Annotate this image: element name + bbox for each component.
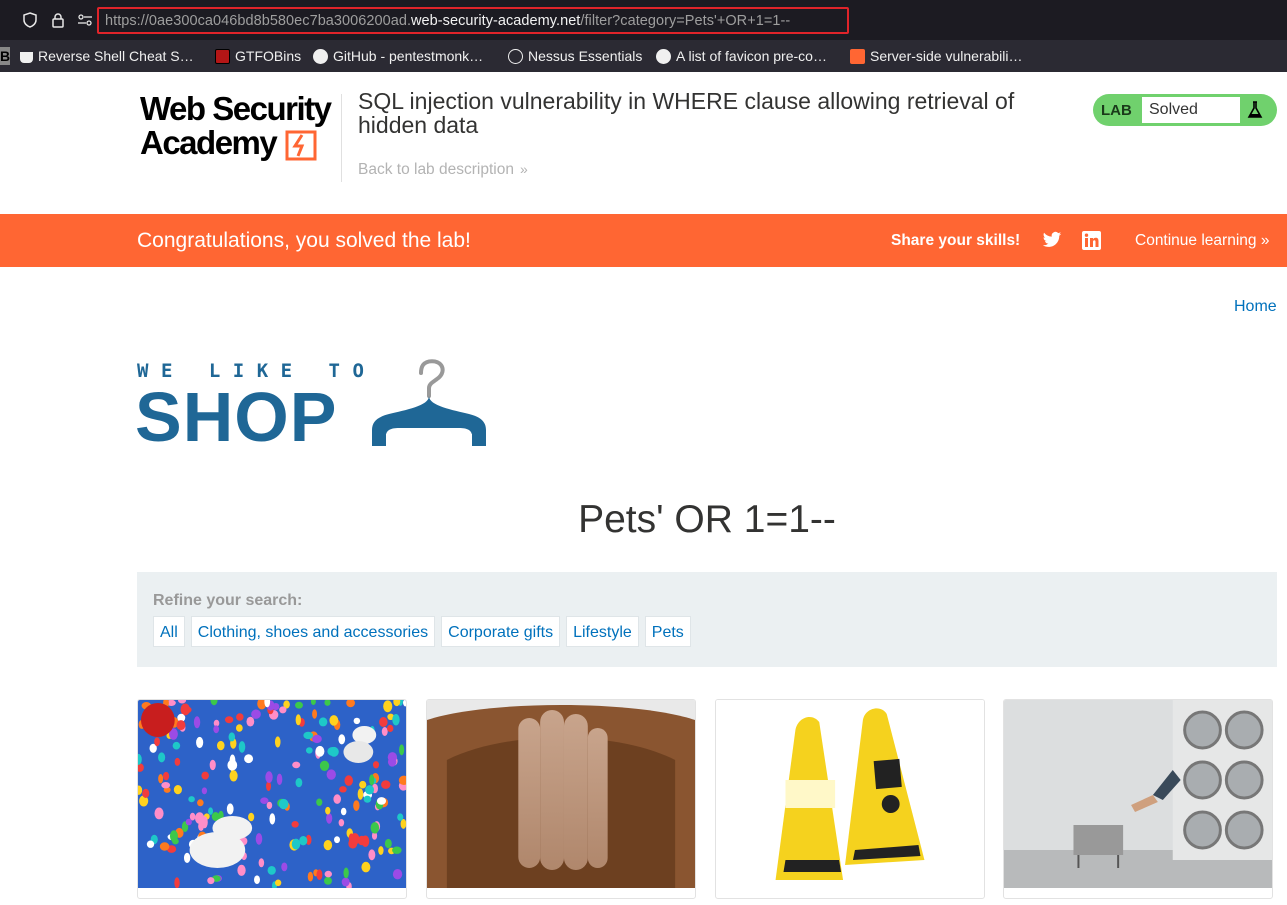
shop-logo-word: SHOP (135, 378, 338, 456)
bookmark-gtfobins[interactable]: GTFOBins (215, 47, 301, 65)
bookmark-github-pentestmonkey[interactable]: GitHub - pentestmonk… (313, 47, 483, 65)
product-card[interactable] (137, 699, 407, 899)
continue-learning-label: Continue learning (1135, 232, 1257, 249)
lab-status-value: Solved (1149, 101, 1198, 118)
filter-corporate-gifts[interactable]: Corporate gifts (441, 616, 561, 647)
lab-status-label: LAB (1101, 102, 1132, 119)
product-image-laundromat (1004, 700, 1272, 888)
url-text: https://0ae300ca046bd8b580ec7ba3006200ad… (105, 13, 791, 29)
lab-title: SQL injection vulnerability in WHERE cla… (358, 88, 1015, 138)
academy-logo-icon (285, 130, 317, 161)
double-chevron-right-icon: » (1260, 232, 1270, 249)
lab-header: Web Security Academy SQL injection vulne… (0, 72, 1287, 214)
double-chevron-right-icon: » (519, 161, 528, 177)
coffee-icon (20, 52, 33, 63)
address-bar[interactable]: https://0ae300ca046bd8b580ec7ba3006200ad… (97, 7, 849, 34)
share-skills-label: Share your skills! (891, 232, 1021, 249)
product-image-caution-signs (716, 700, 984, 888)
home-link[interactable]: Home (1234, 298, 1277, 316)
product-card[interactable] (1003, 699, 1273, 899)
back-link-label: Back to lab description (358, 161, 514, 178)
lock-icon[interactable] (50, 12, 66, 28)
product-image-balloon-dogs (138, 700, 406, 888)
globe-icon (508, 48, 523, 64)
refine-search-panel: Refine your search: All Clothing, shoes … (137, 572, 1277, 667)
permissions-icon[interactable] (77, 12, 93, 28)
product-image-beard-hand (427, 700, 695, 888)
category-filters: All Clothing, shoes and accessories Corp… (153, 616, 691, 647)
product-card[interactable] (715, 699, 985, 899)
bookmark-nessus[interactable]: Nessus Essentials (508, 47, 642, 65)
filter-pets[interactable]: Pets (644, 616, 691, 647)
shield-icon[interactable] (22, 12, 38, 28)
page-heading: Pets' OR 1=1-- (578, 498, 836, 541)
filter-clothing[interactable]: Clothing, shoes and accessories (190, 616, 436, 647)
continue-learning-link[interactable]: Continue learning » (1135, 232, 1269, 250)
flask-icon (1247, 101, 1263, 118)
filter-lifestyle[interactable]: Lifestyle (566, 616, 639, 647)
linkedin-icon[interactable] (1082, 231, 1101, 250)
github-icon (313, 48, 328, 64)
lab-status-badge: LAB Solved (1093, 94, 1277, 126)
web-security-academy-logo[interactable]: Web Security Academy (138, 92, 338, 164)
portswigger-icon (850, 48, 865, 64)
bookmark-server-side[interactable]: Server-side vulnerabili… (850, 47, 1023, 65)
github-icon (656, 48, 671, 64)
logo-line-1: Web Security (140, 90, 332, 127)
gtfobins-icon (215, 48, 230, 64)
shop-logo[interactable]: WE LIKE TO SHOP (135, 356, 489, 456)
filter-all[interactable]: All (153, 616, 185, 647)
bookmark-favicon-list[interactable]: A list of favicon pre-co… (656, 47, 827, 65)
congratulations-banner: Congratulations, you solved the lab! Sha… (0, 214, 1287, 267)
congratulations-message: Congratulations, you solved the lab! (137, 229, 471, 252)
bookmarks-bar: B Reverse Shell Cheat S… GTFOBins GitHub… (0, 40, 1287, 72)
header-divider (341, 94, 342, 182)
product-grid (137, 699, 1277, 905)
hanger-icon (372, 359, 486, 448)
refine-search-label: Refine your search: (153, 592, 303, 609)
twitter-icon[interactable] (1042, 231, 1062, 249)
back-to-lab-description-link[interactable]: Back to lab description » (358, 161, 528, 179)
lab-status-value-box: Solved (1142, 97, 1240, 123)
product-card[interactable] (426, 699, 696, 899)
bookmark-cutoff[interactable]: B (0, 47, 10, 65)
bookmark-reverse-shell[interactable]: Reverse Shell Cheat S… (20, 47, 194, 65)
browser-toolbar: https://0ae300ca046bd8b580ec7ba3006200ad… (0, 0, 1287, 40)
logo-line-2: Academy (140, 124, 278, 161)
